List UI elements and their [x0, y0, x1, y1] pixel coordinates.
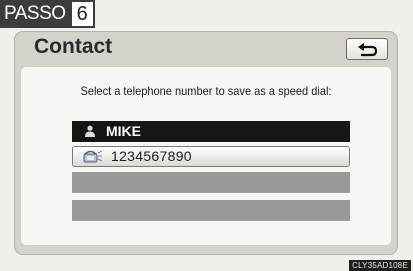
empty-slot	[72, 172, 350, 193]
back-button[interactable]	[346, 38, 388, 60]
content-panel: Select a telephone number to save as a s…	[21, 67, 391, 245]
image-reference-code: CLY35AD108E	[349, 260, 411, 271]
phone-icon	[83, 150, 103, 163]
contact-name-row: MIKE	[72, 121, 350, 142]
page-title: Contact	[34, 35, 113, 58]
step-number: 6	[69, 0, 95, 28]
step-badge: PASSO 6	[0, 0, 95, 28]
contact-name: MIKE	[106, 123, 141, 139]
contact-screen: Contact Select a telephone number to sav…	[14, 31, 398, 255]
phone-number-button[interactable]: 1234567890	[72, 146, 350, 167]
back-arrow-icon	[358, 43, 378, 57]
instruction-text: Select a telephone number to save as a s…	[80, 84, 332, 98]
step-word: PASSO	[0, 0, 70, 28]
person-icon	[85, 125, 95, 137]
empty-slot	[72, 200, 350, 221]
phone-number: 1234567890	[111, 148, 192, 164]
